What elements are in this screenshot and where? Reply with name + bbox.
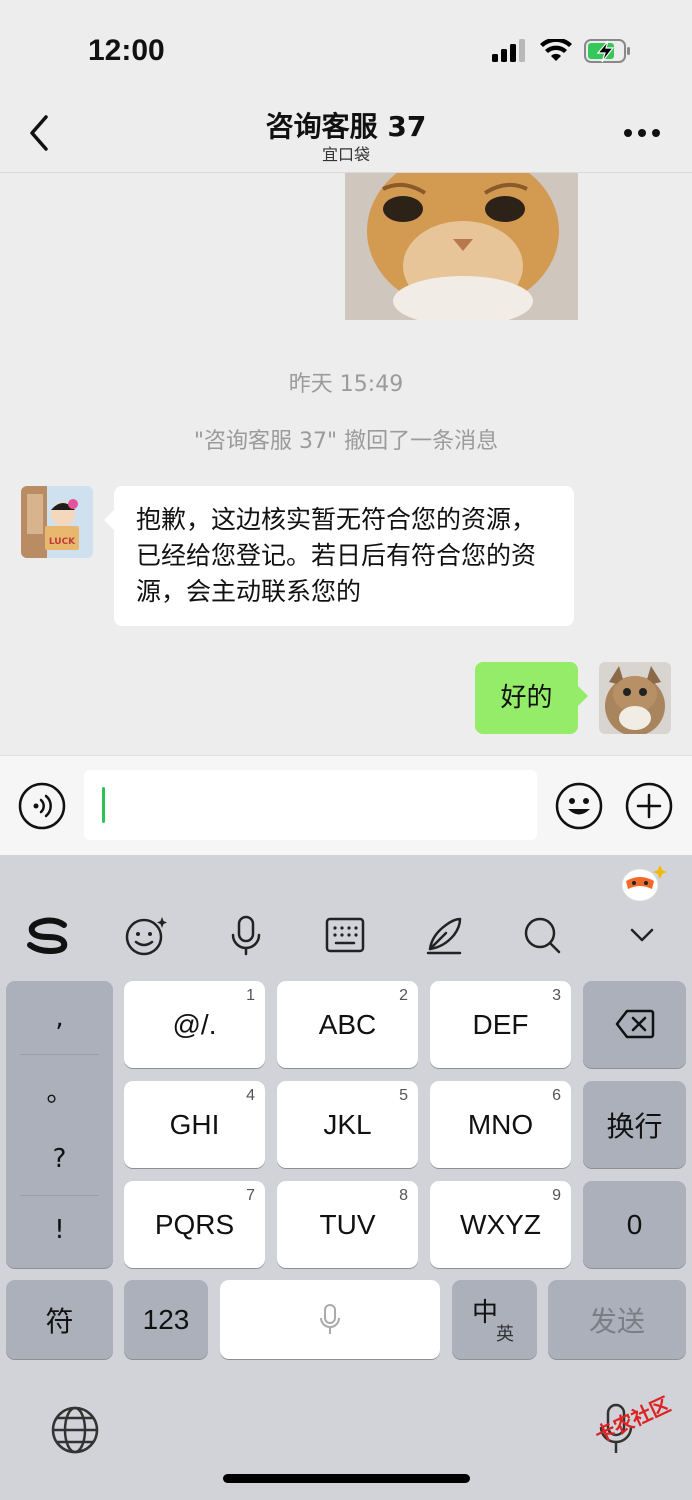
handwriting-pen-icon[interactable] [422,913,466,957]
key-number: 3 [552,987,561,1004]
emoji-icon[interactable] [555,782,603,830]
key-1[interactable]: 1 @/. [124,981,265,1068]
key-label: 123 [142,1303,190,1335]
key-label: WXYZ [460,1208,541,1240]
status-bar: 12:00 [0,0,692,95]
voice-input-icon[interactable] [18,782,66,830]
key-label: MNO [467,1108,534,1140]
key-label: PQRS [154,1208,235,1240]
emoji-keyboard-icon[interactable] [124,913,168,957]
chat-title: 咨询客服 37 [265,110,427,143]
numbers-key[interactable]: 123 [124,1280,208,1359]
key-8[interactable]: 8 TUV [277,1181,418,1268]
chevron-down-icon[interactable] [620,913,664,957]
globe-icon[interactable] [50,1405,100,1455]
key-number: 1 [246,987,255,1004]
outgoing-message-bubble[interactable]: 好的 [475,662,588,734]
key-3[interactable]: 3 DEF [430,981,571,1068]
cat-sticker-image[interactable] [345,173,578,320]
key-6[interactable]: 6 MNO [430,1081,571,1168]
key-number: 9 [552,1187,561,1204]
key-label: DEF [472,1008,529,1040]
cellular-signal-icon [492,39,525,62]
punct-divider [20,1054,99,1055]
key-number: 6 [552,1087,561,1104]
lang-main-label: 中 [472,1297,499,1327]
message-timestamp: 昨天 15:49 [288,372,404,397]
space-key[interactable] [220,1280,440,1359]
microphone-icon[interactable] [224,913,268,957]
key-label: 0 [626,1208,643,1240]
symbol-key[interactable]: 符 [6,1280,113,1359]
language-switch-key[interactable]: 中 英 [452,1280,537,1359]
punctuation-column: , 。 ? ! [6,981,113,1268]
incoming-message-bubble[interactable]: 抱歉，这边核实暂无符合您的资源，已经给您登记。若日后有符合您的资源，会主动联系您… [104,486,574,626]
key-7[interactable]: 7 PQRS [124,1181,265,1268]
key-label: JKL [323,1108,372,1140]
message-input[interactable] [84,770,537,840]
key-label: 换行 [606,1110,663,1142]
text-caret [102,787,105,823]
key-9[interactable]: 9 WXYZ [430,1181,571,1268]
battery-charging-icon [584,39,630,63]
chat-header: 咨询客服 37 宜口袋 [0,95,692,173]
send-key[interactable]: 发送 [548,1280,686,1359]
keyboard: , 。 ? ! 1 @/. 2 ABC 3 DEF 4 GHI 5 JKL 6 … [0,855,692,1500]
search-icon[interactable] [520,913,564,957]
agent-avatar[interactable]: LUCK [21,486,93,558]
key-4[interactable]: 4 GHI [124,1081,265,1168]
more-options-icon[interactable] [622,123,662,143]
key-number: 8 [399,1187,408,1204]
input-bar [0,755,692,855]
key-label: 发送 [588,1305,645,1337]
status-icons [492,38,632,64]
key-number: 4 [246,1087,255,1104]
keyboard-toolbar [0,855,692,975]
sogou-logo-icon[interactable] [26,913,70,957]
backspace-icon [615,1009,655,1039]
punct-key-exclamation[interactable]: ! [6,1193,113,1268]
space-mic-icon [320,1304,340,1334]
punct-key-period[interactable]: 。 [6,1056,113,1131]
add-attachment-icon[interactable] [625,782,673,830]
user-avatar[interactable] [599,662,671,734]
newline-key[interactable]: 换行 [583,1081,686,1168]
key-label: ABC [318,1008,377,1040]
backspace-key[interactable] [583,981,686,1068]
key-number: 5 [399,1087,408,1104]
keyboard-layout-icon[interactable] [323,913,367,957]
home-indicator[interactable] [223,1474,470,1483]
avatar-badge-text: LUCK [49,537,76,547]
key-number: 2 [399,987,408,1004]
key-5[interactable]: 5 JKL [277,1081,418,1168]
key-label: 符 [45,1305,74,1337]
key-2[interactable]: 2 ABC [277,981,418,1068]
chat-subtitle: 宜口袋 [321,145,370,164]
mascot-icon[interactable] [618,861,668,903]
message-list[interactable]: 昨天 15:49 "咨询客服 37" 撤回了一条消息 LUCK 抱歉，这边核实暂… [0,173,692,755]
wifi-icon [540,39,572,61]
key-number: 7 [246,1187,255,1204]
key-label: @/. [172,1008,217,1040]
key-0[interactable]: 0 [583,1181,686,1268]
key-label: TUV [319,1208,376,1240]
key-label: GHI [169,1108,220,1140]
status-time: 12:00 [88,34,165,67]
punct-key-question[interactable]: ? [6,1122,113,1197]
lang-alt-label: 英 [496,1324,514,1344]
recall-notice: "咨询客服 37" 撤回了一条消息 [193,429,499,454]
punct-key-comma[interactable]: , [6,981,113,1056]
